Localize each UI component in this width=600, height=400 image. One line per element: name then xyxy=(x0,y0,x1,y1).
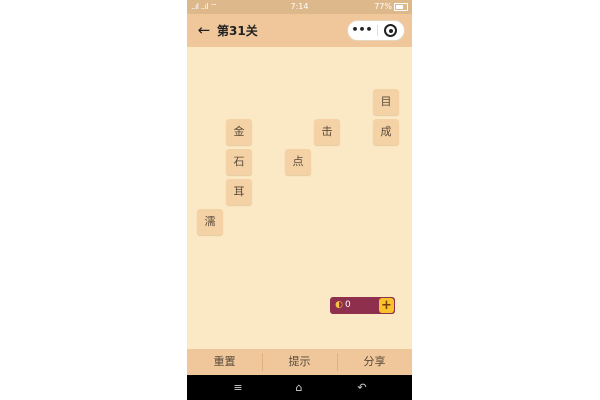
reset-button[interactable]: 重置 xyxy=(187,349,262,375)
char-tile[interactable]: 石 xyxy=(226,149,252,175)
char-tile[interactable]: 耳 xyxy=(226,179,252,205)
battery-percent: 77% xyxy=(374,2,392,11)
page-title: 第31关 xyxy=(217,24,258,38)
battery-status: 77% xyxy=(374,0,408,14)
back-arrow-icon[interactable]: ← xyxy=(195,20,213,40)
char-tile[interactable]: 目 xyxy=(373,89,399,115)
close-circle-icon[interactable] xyxy=(384,24,397,37)
menu-icon[interactable]: ≡ xyxy=(218,375,258,400)
bottom-toolbar: 重置 提示 分享 xyxy=(187,349,412,375)
share-button[interactable]: 分享 xyxy=(337,349,412,375)
hint-button[interactable]: 提示 xyxy=(262,349,337,375)
home-icon[interactable]: ⌂ xyxy=(279,375,319,400)
char-tile[interactable]: 击 xyxy=(314,119,340,145)
char-tile[interactable]: 金 xyxy=(226,119,252,145)
miniprogram-capsule: ••• xyxy=(347,20,405,41)
coin-counter: ◐ 0 + xyxy=(330,297,395,314)
battery-icon xyxy=(394,2,408,11)
nav-bar: ← 第31关 ••• xyxy=(187,14,412,47)
status-bar: ..ıl ..ıl ⌔ 7:14 77% xyxy=(187,0,412,14)
phone-screen: ..ıl ..ıl ⌔ 7:14 77% ← 第31关 ••• 目 金 击 成 … xyxy=(187,0,412,400)
capsule-divider xyxy=(377,25,378,36)
coin-count: 0 xyxy=(345,300,351,310)
add-coins-button[interactable]: + xyxy=(379,298,394,313)
char-tile[interactable]: 点 xyxy=(285,149,311,175)
android-nav-bar: ≡ ⌂ ↶ xyxy=(187,375,412,400)
coin-icon: ◐ xyxy=(335,300,343,310)
more-icon[interactable]: ••• xyxy=(348,21,376,40)
char-tile[interactable]: 濡 xyxy=(197,209,223,235)
char-tile[interactable]: 成 xyxy=(373,119,399,145)
back-icon[interactable]: ↶ xyxy=(342,375,382,400)
